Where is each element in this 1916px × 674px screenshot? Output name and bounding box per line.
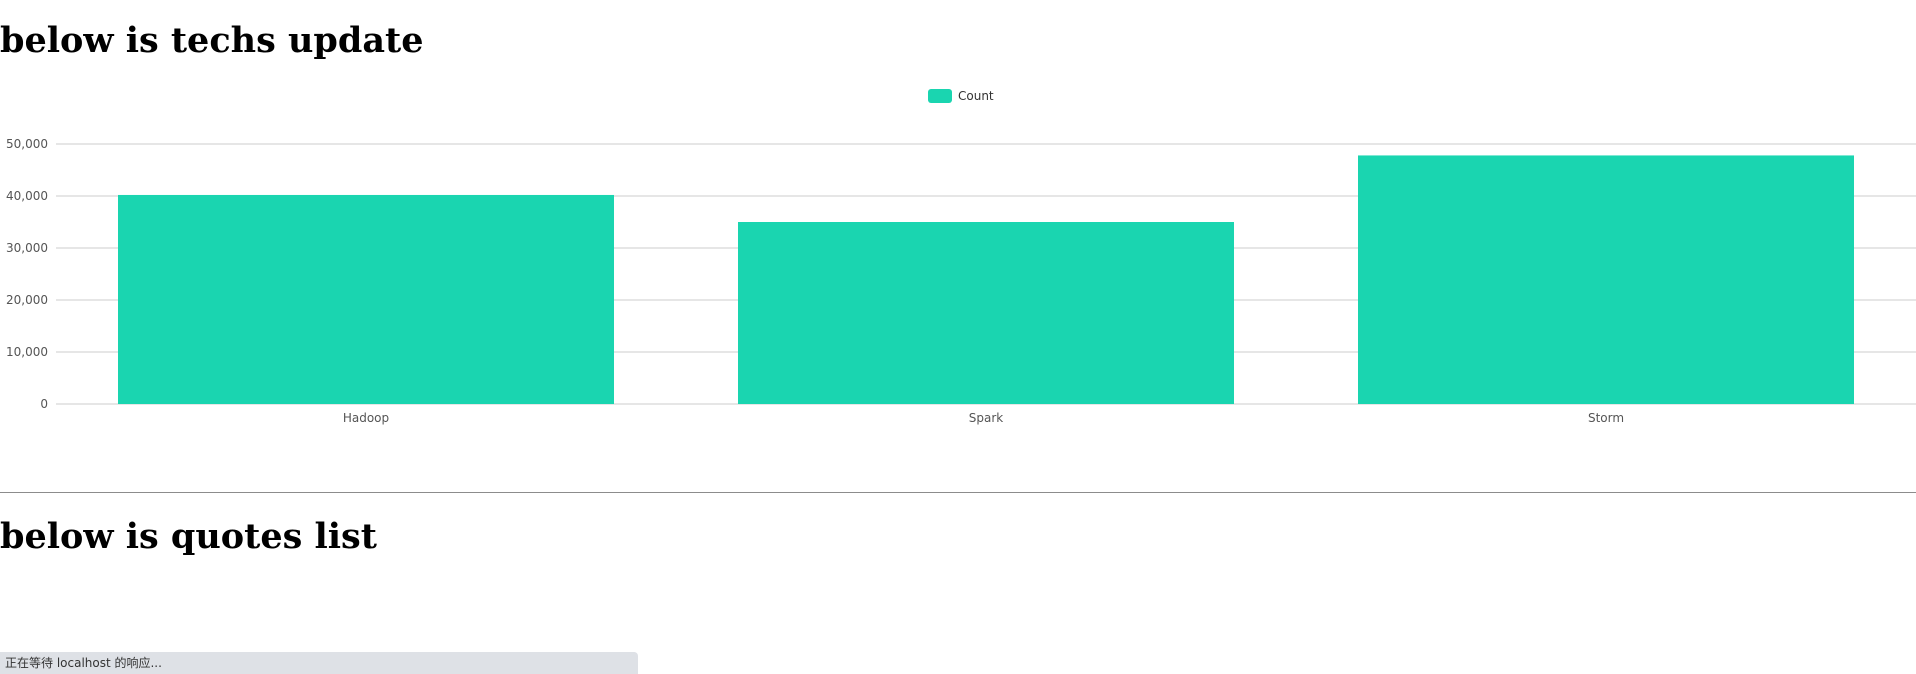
page: below is techs update 0 10,000 20,000 30,00… xyxy=(0,0,1916,674)
x-tick-label: Storm xyxy=(1588,411,1624,425)
quotes-section-title: below is quotes list xyxy=(0,516,377,557)
bar-storm[interactable] xyxy=(1358,155,1854,404)
status-text: 正在等待 localhost 的响应... xyxy=(5,656,162,670)
x-tick-label: Hadoop xyxy=(343,411,389,425)
techs-bar-chart: 0 10,000 20,000 30,000 40,000 50,000 Hadoop Spa… xyxy=(0,80,1916,430)
y-tick-label: 50,000 xyxy=(6,137,48,151)
x-tick-label: Spark xyxy=(969,411,1004,425)
y-tick-label: 20,000 xyxy=(6,293,48,307)
section-divider xyxy=(0,492,1916,493)
browser-status-bar: 正在等待 localhost 的响应... xyxy=(0,652,638,674)
y-tick-label: 0 xyxy=(40,397,48,411)
chart-svg: 0 10,000 20,000 30,000 40,000 50,000 Hadoop Spa… xyxy=(6,89,1916,425)
y-tick-label: 10,000 xyxy=(6,345,48,359)
bar-spark[interactable] xyxy=(738,222,1234,404)
y-tick-label: 40,000 xyxy=(6,189,48,203)
techs-section-title: below is techs update xyxy=(0,20,424,61)
bar-hadoop[interactable] xyxy=(118,194,614,404)
y-tick-label: 30,000 xyxy=(6,241,48,255)
legend-swatch[interactable] xyxy=(928,89,952,103)
legend-label[interactable]: Count xyxy=(958,89,994,103)
